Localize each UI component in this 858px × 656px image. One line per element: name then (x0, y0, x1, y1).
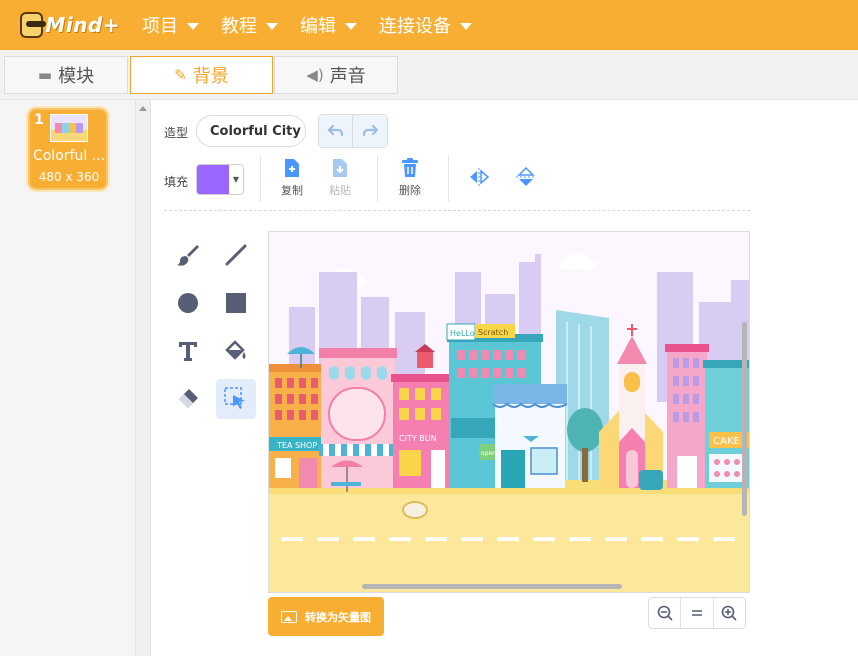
rectangle-tool[interactable] (216, 283, 256, 323)
fill-color-picker[interactable]: ▼ (196, 164, 244, 195)
redo-icon (362, 125, 378, 137)
line-icon (225, 244, 247, 266)
paint-canvas[interactable]: TEA SHOP CITY BUN HeLLo Scratch open CAK… (268, 231, 750, 593)
costume-name-label: 造型 (164, 126, 189, 140)
toolbar-divider (164, 210, 750, 211)
image-icon (281, 610, 297, 623)
convert-to-vector-label: 转换为矢量图 (305, 610, 371, 624)
undo-icon (327, 125, 343, 137)
costume-size: 480 x 360 (38, 170, 100, 184)
fill-label: 填充 (164, 175, 189, 189)
circle-tool[interactable] (168, 283, 208, 323)
flip-vertical-button[interactable] (504, 166, 548, 192)
copy-icon (285, 159, 299, 177)
open-sign: open (481, 450, 496, 457)
colorful-city-backdrop: TEA SHOP CITY BUN HeLLo Scratch open CAK… (269, 232, 749, 592)
cake-sign: CAKE (713, 436, 740, 447)
redo-button[interactable] (353, 115, 387, 147)
costume-thumbnail (50, 114, 88, 142)
brush-icon: ✎ (174, 66, 187, 84)
divider (377, 156, 378, 202)
hello-sign: HeLLo (450, 329, 475, 338)
copy-label: 复制 (281, 184, 303, 197)
select-tool[interactable] (216, 379, 256, 419)
brush-tool[interactable] (168, 235, 208, 275)
costume-name: Colorful ... (32, 148, 106, 164)
menu-connect-device[interactable]: 连接设备 (379, 12, 472, 38)
copy-button[interactable]: 复制 (270, 158, 314, 198)
tab-backdrops-label: 背景 (192, 66, 229, 87)
undo-redo-group (318, 114, 388, 148)
menu-edit-label: 编辑 (300, 16, 336, 37)
flip-horizontal-icon (470, 168, 490, 186)
text-icon (179, 342, 197, 361)
speaker-icon: ◀) (306, 66, 324, 84)
city-bun-sign: CITY BUN (399, 434, 437, 443)
menu-tutorial[interactable]: 教程 (221, 12, 278, 38)
zoom-in-button[interactable] (712, 598, 745, 628)
paste-icon (333, 159, 347, 177)
costume-list: 1 Colorful ... 480 x 360 (0, 100, 136, 656)
line-tool[interactable] (216, 235, 256, 275)
scroll-up-icon[interactable] (139, 106, 147, 111)
equals-icon (691, 610, 702, 616)
scratch-sign: Scratch (478, 328, 508, 337)
menu-edit[interactable]: 编辑 (300, 12, 357, 38)
costume-name-input[interactable]: Colorful City (196, 115, 306, 147)
paste-label: 粘贴 (329, 184, 351, 197)
logo-text: Mind+ (45, 13, 120, 37)
robot-logo-icon (20, 12, 47, 38)
menu-tutorial-label: 教程 (221, 16, 257, 37)
divider (260, 156, 261, 202)
menu-bar: Mind+ 项目 教程 编辑 连接设备 (0, 0, 858, 50)
menu-project[interactable]: 项目 (142, 12, 199, 38)
tab-sounds[interactable]: ◀) 声音 (274, 56, 398, 94)
flip-horizontal-button[interactable] (457, 168, 501, 190)
circle-icon (178, 293, 198, 313)
chevron-down-icon (345, 22, 357, 30)
select-icon (224, 387, 245, 409)
chevron-down-icon (460, 22, 472, 30)
chevron-down-icon (266, 22, 278, 30)
delete-button[interactable]: 删除 (388, 158, 432, 198)
paint-bucket-icon (225, 340, 246, 360)
editor-tabs: ▬ 模块 ✎ 背景 ◀) 声音 (0, 50, 858, 100)
text-tool[interactable] (168, 331, 208, 371)
canvas-vertical-scrollbar[interactable] (742, 322, 747, 516)
blocks-icon: ▬ (37, 66, 53, 84)
undo-button[interactable] (319, 115, 353, 147)
tab-sounds-label: 声音 (329, 66, 366, 87)
caret-down-icon: ▼ (229, 165, 243, 194)
tab-backdrops[interactable]: ✎ 背景 (130, 56, 273, 94)
tab-blocks-label: 模块 (58, 66, 95, 87)
divider (448, 156, 449, 202)
trash-icon (402, 158, 418, 177)
tea-shop-sign: TEA SHOP (276, 441, 317, 450)
delete-label: 删除 (399, 184, 421, 197)
brush-icon (177, 245, 199, 266)
zoom-reset-button[interactable] (680, 598, 712, 628)
costume-index: 1 (34, 112, 44, 128)
fill-color-swatch (197, 165, 229, 194)
chevron-down-icon (187, 22, 199, 30)
zoom-controls (648, 597, 746, 629)
fill-tool[interactable] (216, 331, 256, 371)
paste-button[interactable]: 粘贴 (318, 158, 362, 198)
menu-project-label: 项目 (142, 16, 178, 37)
zoom-out-button[interactable] (649, 598, 680, 628)
canvas-horizontal-scrollbar[interactable] (362, 584, 622, 589)
flip-vertical-icon (516, 166, 536, 186)
eraser-tool[interactable] (168, 379, 208, 419)
tab-blocks[interactable]: ▬ 模块 (4, 56, 128, 94)
menu-connect-device-label: 连接设备 (379, 16, 451, 37)
zoom-in-icon (722, 605, 737, 621)
eraser-icon (179, 389, 198, 408)
costume-item[interactable]: 1 Colorful ... 480 x 360 (28, 108, 108, 190)
mindplus-logo[interactable]: Mind+ (20, 5, 120, 45)
zoom-out-icon (657, 605, 672, 621)
list-scrollbar[interactable] (136, 100, 151, 656)
paint-editor: 造型 Colorful City 填充 ▼ 复制 粘贴 删除 TEA SHOP … (152, 100, 858, 656)
rectangle-icon (226, 293, 246, 313)
convert-to-vector-button[interactable]: 转换为矢量图 (268, 597, 384, 636)
